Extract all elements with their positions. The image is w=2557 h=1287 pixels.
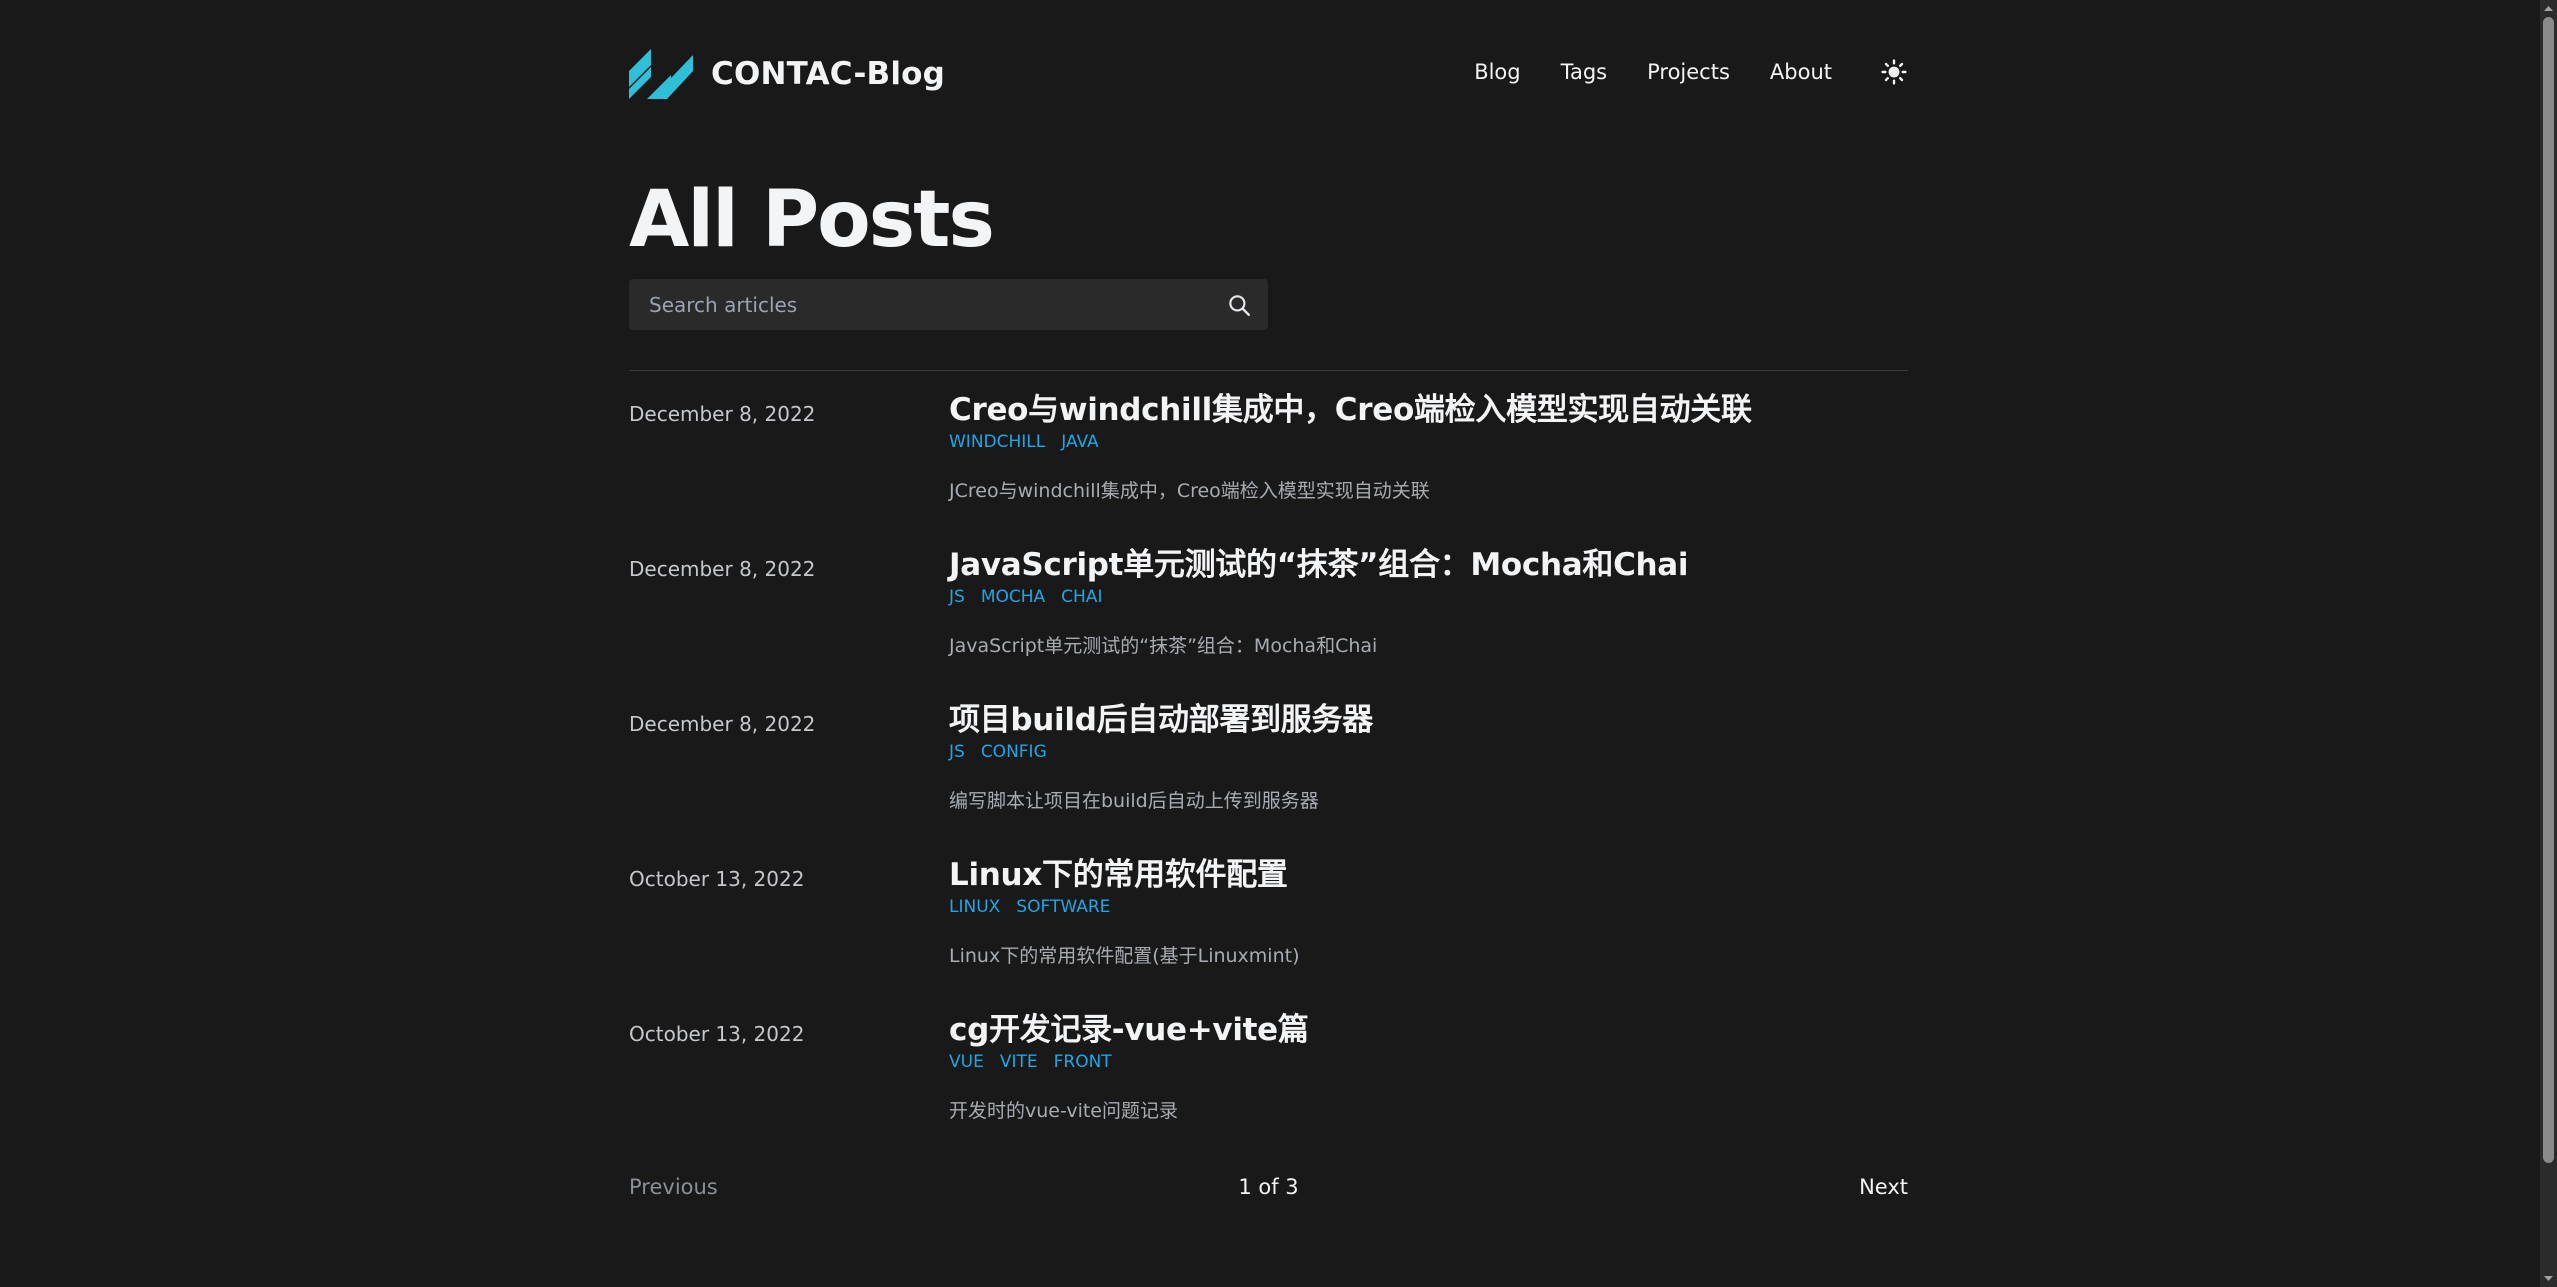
site-name: CONTAC-Blog — [711, 56, 946, 92]
tag-link[interactable]: VUE — [949, 1052, 984, 1076]
post-tags: JS MOCHA CHAI — [949, 587, 1908, 611]
post-body: Linux下的常用软件配置 LINUX SOFTWARE Linux下的常用软件… — [949, 855, 1908, 968]
next-page-button[interactable]: Next — [1859, 1175, 1908, 1199]
scroll-down-icon[interactable] — [2540, 1270, 2557, 1287]
post-item: December 8, 2022 Creo与windchill集成中，Creo端… — [629, 370, 1908, 525]
scrollbar-thumb[interactable] — [2543, 17, 2554, 1163]
search-icon[interactable] — [1226, 292, 1252, 318]
post-item: October 13, 2022 Linux下的常用软件配置 LINUX SOF… — [629, 835, 1908, 990]
nav-item-projects[interactable]: Projects — [1647, 60, 1730, 84]
post-body: Creo与windchill集成中，Creo端检入模型实现自动关联 WINDCH… — [949, 390, 1908, 503]
tag-link[interactable]: WINDCHILL — [949, 432, 1045, 456]
tag-link[interactable]: SOFTWARE — [1016, 897, 1110, 921]
post-tags: LINUX SOFTWARE — [949, 897, 1908, 921]
post-tags: VUE VITE FRONT — [949, 1052, 1908, 1076]
page-title: All Posts — [629, 175, 995, 265]
post-body: cg开发记录-vue+vite篇 VUE VITE FRONT 开发时的vue-… — [949, 1010, 1908, 1123]
post-summary: JavaScript单元测试的“抹茶”组合：Mocha和Chai — [949, 635, 1378, 657]
post-item: December 8, 2022 项目build后自动部署到服务器 JS CON… — [629, 680, 1908, 835]
tag-link[interactable]: JAVA — [1061, 432, 1098, 456]
tag-link[interactable]: JS — [949, 742, 965, 766]
post-item: December 8, 2022 JavaScript单元测试的“抹茶”组合：M… — [629, 525, 1908, 680]
search-input[interactable] — [629, 279, 1268, 330]
nav-item-tags[interactable]: Tags — [1561, 60, 1608, 84]
post-date: December 8, 2022 — [629, 557, 816, 581]
tag-link[interactable]: FRONT — [1054, 1052, 1112, 1076]
post-summary: 开发时的vue-vite问题记录 — [949, 1100, 1178, 1122]
tag-link[interactable]: CONFIG — [981, 742, 1047, 766]
content-container: CONTAC-Blog Blog Tags Projects About All… — [629, 0, 1908, 1199]
pagination: Previous 1 of 3 Next — [629, 1175, 1908, 1205]
tag-link[interactable]: CHAI — [1061, 587, 1102, 611]
post-date: October 13, 2022 — [629, 867, 805, 891]
main-nav: Blog Tags Projects About — [1434, 58, 1908, 86]
post-summary: Linux下的常用软件配置(基于Linuxmint) — [949, 945, 1300, 967]
post-title-link[interactable]: Creo与windchill集成中，Creo端检入模型实现自动关联 — [949, 390, 1908, 430]
tag-link[interactable]: VITE — [1000, 1052, 1038, 1076]
site-header: CONTAC-Blog Blog Tags Projects About — [629, 0, 1908, 150]
vertical-scrollbar[interactable] — [2540, 0, 2557, 1287]
post-title-link[interactable]: cg开发记录-vue+vite篇 — [949, 1010, 1908, 1050]
post-item: October 13, 2022 cg开发记录-vue+vite篇 VUE VI… — [629, 990, 1908, 1145]
theme-toggle-button[interactable] — [1880, 58, 1908, 86]
post-summary: JCreo与windchill集成中，Creo端检入模型实现自动关联 — [949, 480, 1430, 502]
site-logo-link[interactable]: CONTAC-Blog — [629, 49, 945, 99]
post-date: October 13, 2022 — [629, 1022, 805, 1046]
search-box — [629, 279, 1268, 330]
post-title-link[interactable]: JavaScript单元测试的“抹茶”组合：Mocha和Chai — [949, 545, 1908, 585]
post-title-link[interactable]: 项目build后自动部署到服务器 — [949, 700, 1908, 740]
scroll-up-icon[interactable] — [2540, 0, 2557, 17]
post-body: JavaScript单元测试的“抹茶”组合：Mocha和Chai JS MOCH… — [949, 545, 1908, 658]
post-date: December 8, 2022 — [629, 712, 816, 736]
tag-link[interactable]: JS — [949, 587, 965, 611]
post-date: December 8, 2022 — [629, 402, 816, 426]
page-status: 1 of 3 — [1238, 1175, 1299, 1199]
post-tags: JS CONFIG — [949, 742, 1908, 766]
nav-item-blog[interactable]: Blog — [1474, 60, 1520, 84]
page: CONTAC-Blog Blog Tags Projects About All… — [0, 0, 2540, 1287]
tag-link[interactable]: MOCHA — [981, 587, 1045, 611]
nav-item-about[interactable]: About — [1770, 60, 1832, 84]
post-title-link[interactable]: Linux下的常用软件配置 — [949, 855, 1908, 895]
tag-link[interactable]: LINUX — [949, 897, 1000, 921]
logo-icon — [629, 49, 693, 99]
post-tags: WINDCHILL JAVA — [949, 432, 1908, 456]
sun-icon — [1881, 59, 1907, 85]
post-body: 项目build后自动部署到服务器 JS CONFIG 编写脚本让项目在build… — [949, 700, 1908, 813]
post-summary: 编写脚本让项目在build后自动上传到服务器 — [949, 790, 1319, 812]
